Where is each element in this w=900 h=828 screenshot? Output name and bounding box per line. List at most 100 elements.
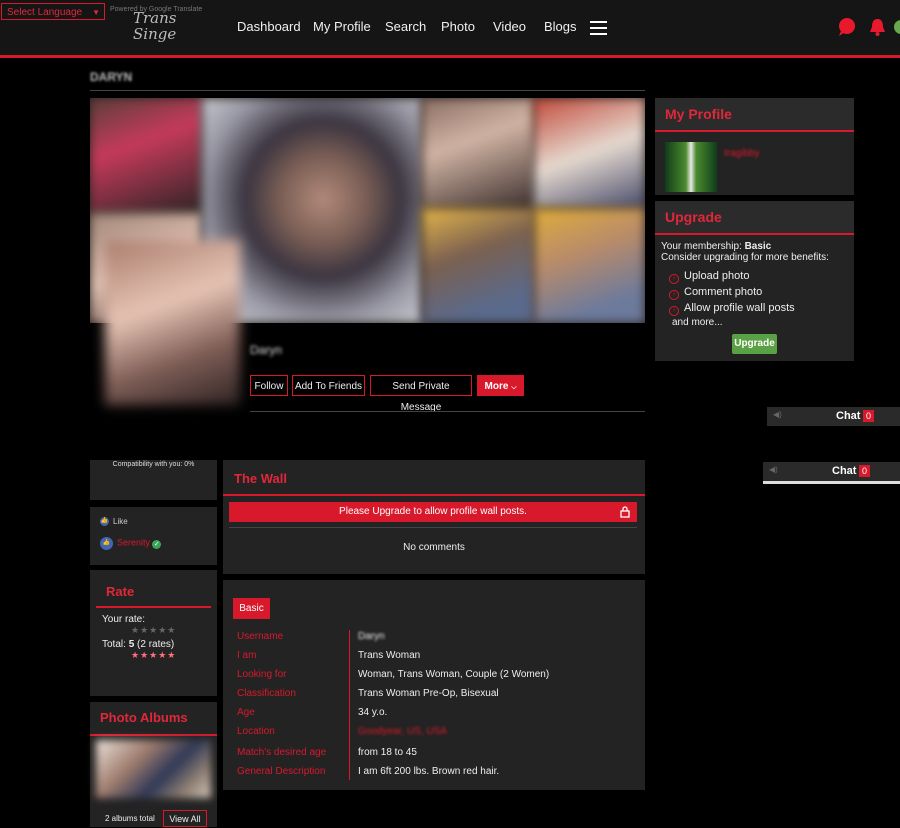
info-value: Daryn: [358, 631, 385, 642]
wall-upgrade-alert: Please Upgrade to allow profile wall pos…: [229, 502, 637, 522]
albums-total: 2 albums total: [105, 814, 155, 823]
membership-info: Your membership: Basic Consider upgradin…: [661, 241, 829, 263]
cover-photo-tile: [534, 98, 645, 208]
language-select[interactable]: Select Language ▼: [1, 3, 105, 20]
chat-bar[interactable]: ◀) Chat 0: [767, 407, 900, 426]
verified-check-icon: ✓: [152, 539, 162, 549]
total-rate: Total: 5 (2 rates): [102, 639, 174, 650]
total-rate-stars: ★★★★★: [131, 650, 177, 660]
benefit-item: › Comment photo: [669, 286, 763, 300]
more-button[interactable]: More ⌵: [477, 375, 524, 396]
info-key: Looking for: [237, 669, 287, 680]
your-rate-label: Your rate:: [102, 614, 145, 625]
info-value: Trans Woman: [358, 650, 421, 661]
wall-divider: [229, 527, 637, 528]
view-all-button[interactable]: View All: [163, 810, 207, 827]
site-logo[interactable]: Trans Singe: [133, 10, 211, 46]
nav-search[interactable]: Search: [385, 19, 426, 34]
lock-icon: [620, 506, 630, 518]
follow-button[interactable]: Follow: [250, 375, 288, 396]
cover-photo-tile: [534, 208, 645, 323]
chevron-right-icon: ›: [669, 274, 679, 284]
cover-photo-tile: [90, 98, 202, 213]
page-title: DARYN: [90, 70, 133, 84]
rates-count: (2 rates): [137, 639, 175, 650]
info-value: from 18 to 45: [358, 747, 417, 758]
membership-value: Basic: [744, 241, 772, 252]
chat-count-badge: 0: [859, 465, 871, 477]
volume-icon[interactable]: ◀): [773, 410, 782, 419]
actions-divider: [250, 411, 645, 412]
menu-icon[interactable]: [590, 21, 607, 39]
cover-photo-tile: [422, 208, 534, 323]
user-menu-icon[interactable]: [893, 19, 900, 35]
title-divider: [90, 90, 645, 91]
benefit-item: › Upload photo: [669, 270, 750, 284]
benefit-label: Allow profile wall posts: [684, 302, 795, 314]
send-private-message-button[interactable]: Send Private Message: [370, 375, 472, 413]
chat-label: Chat: [836, 410, 861, 422]
upgrade-widget: Upgrade Your membership: Basic Consider …: [655, 201, 854, 361]
more-button-label: More: [484, 381, 509, 392]
info-key: Match's desired age: [237, 747, 327, 758]
profile-avatar[interactable]: [105, 240, 240, 405]
nav-blogs[interactable]: Blogs: [544, 19, 577, 34]
info-key: General Description: [237, 766, 326, 777]
tab-basic[interactable]: Basic: [233, 598, 270, 619]
info-key: Location: [237, 726, 275, 737]
chat-label: Chat: [832, 465, 857, 477]
upgrade-title: Upgrade: [655, 201, 854, 235]
wall-alert-text: Please Upgrade to allow profile wall pos…: [339, 506, 527, 517]
liker-item[interactable]: 👍 Serenity ✓: [100, 537, 162, 550]
add-to-friends-button[interactable]: Add To Friends: [292, 375, 365, 396]
my-profile-title: My Profile: [655, 98, 854, 132]
nav-my-profile[interactable]: My Profile: [313, 19, 371, 34]
info-value-location[interactable]: Goodyear, US, USA: [358, 726, 638, 737]
chevron-right-icon: ›: [669, 290, 679, 300]
thumbs-up-icon: 👍: [100, 517, 109, 527]
chat-bar[interactable]: ◀) Chat 0: [763, 462, 900, 484]
volume-icon[interactable]: ◀): [769, 465, 778, 474]
info-value: Woman, Trans Woman, Couple (2 Women): [358, 669, 550, 680]
info-value: 34 y.o.: [358, 707, 388, 718]
chat-bubbles-icon[interactable]: [836, 17, 858, 37]
like-label: Like: [113, 517, 128, 526]
bell-icon[interactable]: [869, 18, 886, 37]
upgrade-button[interactable]: Upgrade: [732, 334, 777, 354]
cover-photo-tile: [422, 98, 534, 208]
benefit-label: Comment photo: [684, 286, 763, 298]
compatibility-text: Compatibility with you: 0%: [112, 461, 195, 468]
navbar-divider: [0, 55, 900, 58]
nav-video[interactable]: Video: [493, 19, 526, 34]
my-profile-widget: My Profile Iragibby: [655, 98, 854, 195]
upgrade-more-text: and more...: [672, 317, 723, 328]
thumbs-up-icon: 👍: [100, 537, 113, 550]
benefit-label: Upload photo: [684, 270, 750, 282]
rate-box: Rate Your rate: ★★★★★ Total: 5 (2 rates)…: [90, 570, 217, 696]
benefit-item: › Allow profile wall posts: [669, 302, 795, 316]
wall-title: The Wall: [223, 460, 645, 496]
album-thumbnail[interactable]: [96, 740, 211, 798]
info-key: I am: [237, 650, 257, 661]
compatibility-box: Compatibility with you: 0%: [90, 460, 217, 500]
info-value: Trans Woman Pre-Op, Bisexual: [358, 688, 499, 699]
total-rate-value: 5: [128, 639, 135, 650]
liker-name[interactable]: Serenity: [117, 538, 150, 548]
language-select-label: Select Language: [7, 7, 83, 18]
chevron-right-icon: ›: [669, 306, 679, 316]
profile-display-name: Daryn: [250, 343, 283, 357]
info-value: I am 6ft 200 lbs. Brown red hair.: [358, 766, 500, 777]
your-rate-stars[interactable]: ★★★★★: [131, 625, 176, 636]
info-key: Classification: [237, 688, 296, 699]
nav-photo[interactable]: Photo: [441, 19, 475, 34]
photo-albums-box: Photo Albums 2 albums total View All: [90, 702, 217, 827]
like-button[interactable]: 👍 Like: [100, 517, 128, 527]
my-profile-thumbnail[interactable]: [665, 142, 717, 192]
my-profile-username[interactable]: Iragibby: [724, 148, 760, 159]
rate-title: Rate: [96, 570, 211, 608]
total-rate-label: Total:: [102, 639, 126, 650]
chevron-down-icon: ⌵: [511, 384, 517, 391]
basic-info-box: Basic Username Daryn I am Trans Woman Look…: [223, 580, 645, 790]
photo-albums-title: Photo Albums: [90, 702, 217, 736]
nav-dashboard[interactable]: Dashboard: [237, 19, 301, 34]
